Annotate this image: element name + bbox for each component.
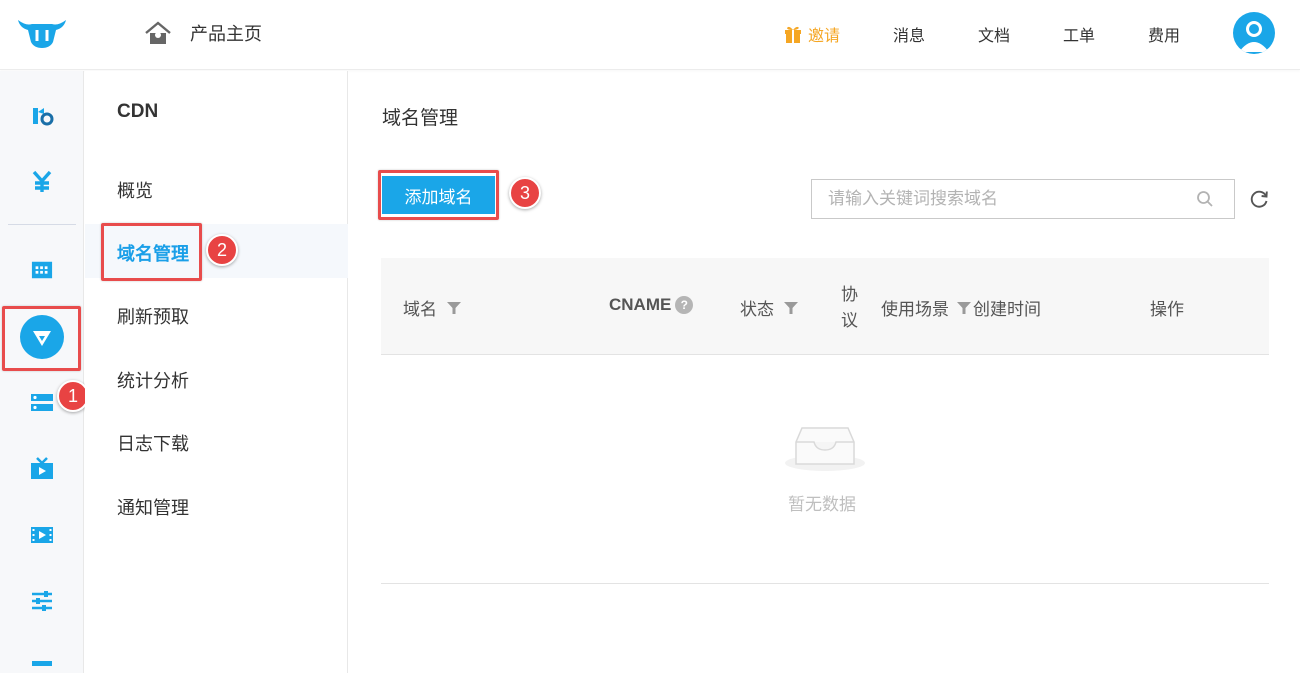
column-scene: 使用场景 创建时间 (881, 295, 1041, 320)
home-icon (145, 21, 171, 44)
domain-search-box (811, 179, 1235, 219)
column-created-label: 创建时间 (973, 300, 1041, 320)
rail-divider (8, 224, 76, 225)
submenu-title: CDN (117, 101, 159, 122)
step-badge-2: 2 (206, 234, 238, 266)
column-protocol: 协议 (841, 285, 858, 331)
highlight-cdn-box (2, 306, 81, 371)
column-cname-label: CNAME (609, 295, 672, 314)
product-icon-rail (0, 71, 84, 673)
column-domain-label: 域名 (403, 300, 437, 320)
page-title: 域名管理 (382, 107, 459, 129)
submenu-item-log-download[interactable]: 日志下载 (117, 430, 189, 456)
submenu-item-statistics[interactable]: 统计分析 (117, 367, 189, 393)
empty-state-text: 暂无数据 (788, 495, 856, 515)
gift-icon (785, 26, 801, 43)
column-cname: CNAME ? (609, 295, 694, 315)
refresh-icon[interactable] (1248, 188, 1270, 210)
submenu-item-refresh-prefetch[interactable]: 刷新预取 (117, 303, 189, 329)
user-avatar-icon[interactable] (1233, 12, 1275, 54)
product-home-link[interactable]: 产品主页 (144, 20, 262, 46)
submenu-item-notifications[interactable]: 通知管理 (117, 494, 189, 520)
cdn-submenu: CDN 概览 域名管理 刷新预取 统计分析 日志下载 通知管理 (85, 71, 348, 673)
column-status-label: 状态 (740, 300, 774, 320)
video-icon[interactable] (28, 521, 56, 549)
highlight-domain-menu-box (101, 223, 202, 281)
domain-search-input[interactable] (812, 180, 1192, 218)
ai-icon[interactable] (28, 102, 56, 130)
column-domain: 域名 (403, 295, 461, 320)
step-badge-3: 3 (509, 177, 541, 209)
storage-icon[interactable] (28, 389, 56, 417)
settings-icon[interactable] (28, 587, 56, 615)
filter-icon[interactable] (957, 301, 971, 314)
column-actions: 操作 (1150, 300, 1184, 320)
table-bottom-border (381, 583, 1269, 584)
search-icon[interactable] (1196, 190, 1214, 208)
filter-icon[interactable] (784, 301, 798, 314)
highlight-add-button-box (378, 170, 499, 220)
top-bar: 产品主页 邀请 消息 文档 工单 费用 (0, 0, 1300, 70)
bull-logo-icon[interactable] (16, 14, 68, 54)
invite-link[interactable]: 邀请 (784, 22, 840, 46)
live-icon[interactable] (28, 454, 56, 482)
help-icon[interactable]: ? (675, 296, 694, 314)
tickets-link[interactable]: 工单 (1063, 22, 1095, 46)
yuan-icon[interactable] (28, 168, 56, 196)
filter-icon[interactable] (447, 301, 461, 314)
invite-label: 邀请 (808, 26, 841, 45)
more-icon[interactable] (28, 651, 56, 673)
empty-inbox-icon (785, 427, 865, 471)
column-scene-label: 使用场景 (881, 300, 949, 320)
docs-link[interactable]: 文档 (978, 22, 1010, 46)
submenu-item-overview[interactable]: 概览 (117, 177, 153, 203)
product-home-label: 产品主页 (190, 24, 262, 45)
domain-table-header: 域名 CNAME ? 状态 协议 使用场景 创建时间 操作 (381, 258, 1269, 355)
column-status: 状态 (740, 295, 798, 320)
dashboard-icon[interactable] (28, 256, 56, 284)
billing-link[interactable]: 费用 (1148, 22, 1180, 46)
messages-link[interactable]: 消息 (893, 22, 925, 46)
